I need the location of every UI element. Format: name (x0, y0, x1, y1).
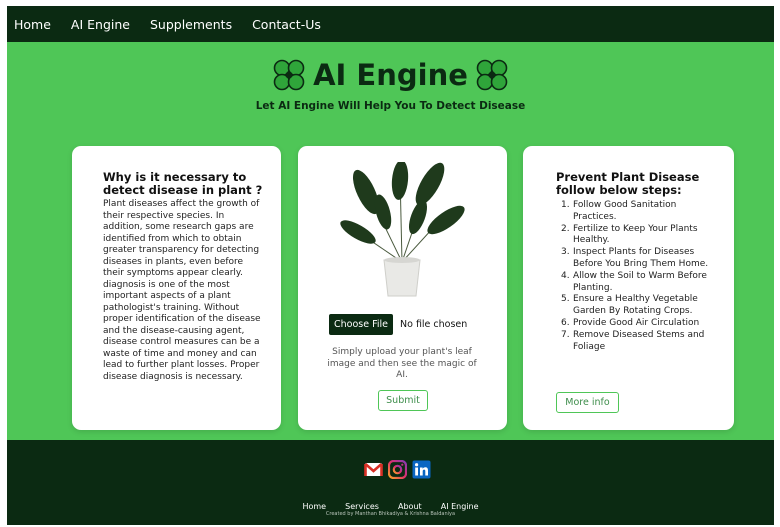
potted-plant-image (340, 162, 465, 297)
brand-title: AI Engine (313, 58, 468, 92)
step-text: Remove Diseased Stems and Foliage (573, 329, 705, 352)
prevent-card-title: Prevent Plant Disease follow below steps… (556, 170, 700, 197)
list-item: 1. Follow Good Sanitation Practices. (561, 200, 677, 222)
list-item: 3. Inspect Plants for Diseases Before You… (561, 247, 709, 269)
list-item: 6. Provide Good Air Circulation (561, 317, 700, 328)
footer-credit: Created by Manthan Bhikadiya & Krishna B… (325, 511, 456, 517)
page: Home AI Engine Supplements Contact-Us AI… (7, 6, 774, 525)
step-text: Allow the Soil to Warm Before Planting. (573, 270, 707, 293)
prevent-card: Prevent Plant Disease follow below steps… (523, 146, 734, 430)
more-info-button[interactable]: More info (556, 392, 619, 413)
choose-file-button[interactable]: Choose File (329, 314, 393, 335)
clover-icon (476, 59, 508, 91)
info-card: Why is it necessary to detect disease in… (72, 146, 281, 430)
upload-hint: Simply upload your plant's leaf image an… (327, 347, 477, 380)
step-text: Provide Good Air Circulation (573, 317, 700, 328)
social-links (364, 459, 431, 480)
footer-link-about[interactable]: About (398, 502, 422, 511)
info-card-body: Plant diseases affect the growth of thei… (103, 199, 261, 382)
footer-link-services[interactable]: Services (345, 502, 379, 511)
nav-link-contact-us[interactable]: Contact-Us (252, 17, 321, 32)
nav-link-supplements[interactable]: Supplements (150, 17, 232, 32)
gmail-icon[interactable] (364, 460, 383, 479)
hero-subtitle: Let AI Engine Will Help You To Detect Di… (255, 100, 526, 112)
brand-heading: AI Engine (7, 58, 774, 92)
info-card-title: Why is it necessary to detect disease in… (103, 170, 263, 197)
nav-link-home[interactable]: Home (14, 17, 51, 32)
submit-button[interactable]: Submit (378, 390, 428, 411)
list-item: 2. Fertilize to Keep Your Plants Healthy. (561, 223, 698, 246)
instagram-icon[interactable] (387, 459, 408, 480)
nav-link-ai-engine[interactable]: AI Engine (71, 17, 130, 32)
file-status-text: No file chosen (400, 319, 468, 330)
step-text: Ensure a Healthy Vegetable Garden By Rot… (573, 294, 698, 317)
upload-card: Choose File No file chosen Simply upload… (298, 146, 507, 430)
list-item: 4. Allow the Soil to Warm Before Planting… (561, 270, 707, 293)
step-text: Follow Good Sanitation Practices. (573, 200, 677, 222)
footer-link-ai-engine[interactable]: AI Engine (441, 502, 479, 511)
list-item: 5. Ensure a Healthy Vegetable Garden By R… (561, 294, 698, 317)
hero-section: AI Engine Let AI Engine Will Help You To… (7, 42, 774, 440)
step-text: Inspect Plants for Diseases Before You B… (573, 247, 709, 269)
prevent-steps-list: 1. Follow Good Sanitation Practices. 2. Fe… (561, 200, 719, 353)
list-item: 7. Remove Diseased Stems and Foliage (561, 329, 705, 352)
clover-icon (273, 59, 305, 91)
linkedin-icon[interactable] (412, 460, 431, 479)
footer: Home Services About AI Engine Created by… (7, 440, 774, 525)
footer-link-home[interactable]: Home (302, 502, 326, 511)
top-navbar: Home AI Engine Supplements Contact-Us (7, 6, 774, 42)
step-text: Fertilize to Keep Your Plants Healthy. (573, 223, 698, 246)
file-picker: Choose File No file chosen (329, 314, 467, 335)
